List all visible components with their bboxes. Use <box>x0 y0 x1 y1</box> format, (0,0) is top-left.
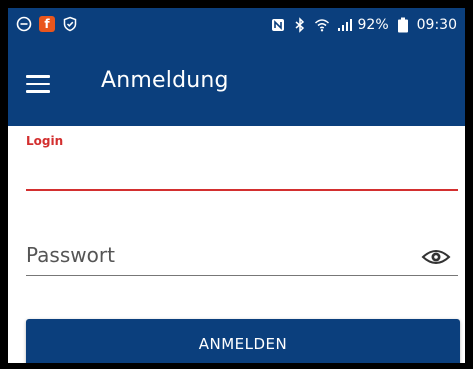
status-right-icons: 92% 09:30 <box>270 17 457 33</box>
app-notification-icon: f <box>39 16 55 32</box>
password-underline <box>26 275 458 276</box>
wifi-icon <box>314 17 330 33</box>
minus-circle-icon <box>16 16 32 32</box>
app-bar: Anmeldung <box>8 46 465 126</box>
hamburger-menu-icon[interactable] <box>26 75 50 93</box>
login-label: Login <box>26 134 64 148</box>
login-button[interactable]: ANMELDEN <box>26 319 460 363</box>
status-left-icons: f <box>16 16 78 32</box>
status-time: 09:30 <box>416 17 457 33</box>
status-bar: f 92% 09:30 <box>8 8 465 46</box>
battery-icon <box>395 17 411 33</box>
nfc-icon <box>270 17 286 33</box>
page-title: Anmeldung <box>101 68 229 93</box>
eye-icon[interactable] <box>421 246 451 268</box>
battery-percent: 92% <box>357 17 389 33</box>
app-screen: f 92% 09:30 Anmeldung Login ANMELDEN <box>8 8 465 363</box>
bluetooth-icon <box>292 17 308 33</box>
shield-check-icon <box>62 16 78 32</box>
login-input[interactable] <box>26 153 458 191</box>
signal-icon <box>336 17 352 33</box>
password-input[interactable] <box>26 237 416 273</box>
